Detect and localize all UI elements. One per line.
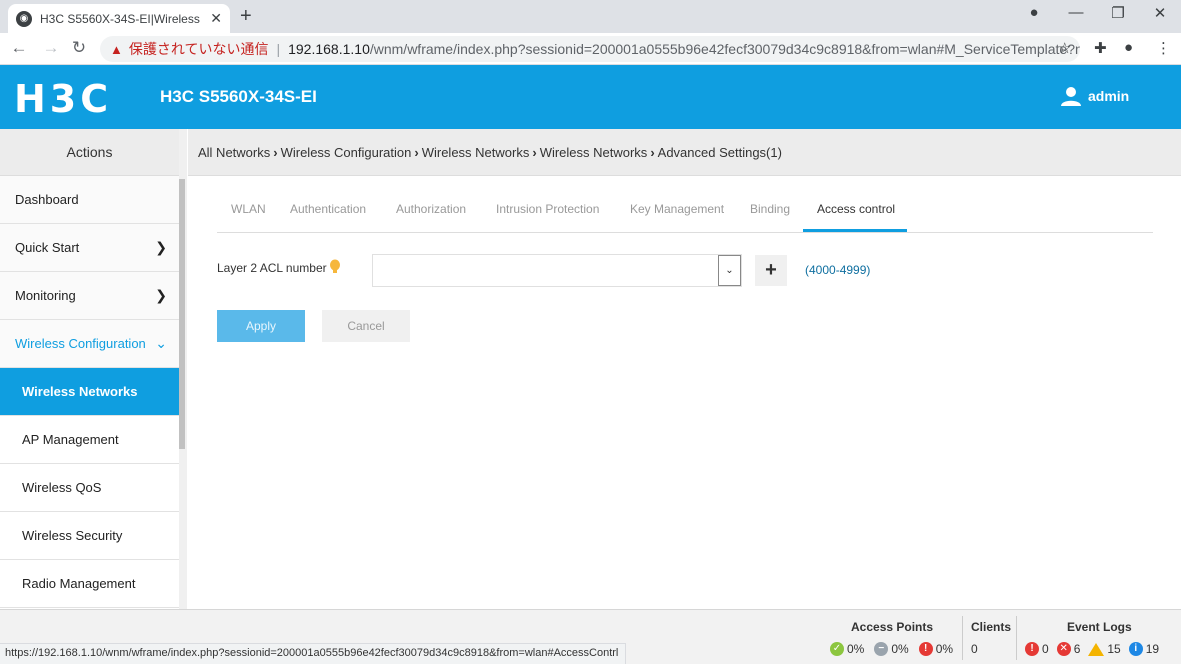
chevron-down-icon: ⌄: [155, 335, 167, 351]
browser-tab[interactable]: ◉ H3C S5560X-34S-EI|Wireless Con ✕: [8, 4, 230, 33]
chevron-right-icon: ❯: [155, 239, 167, 255]
breadcrumb-item[interactable]: Wireless Networks: [422, 145, 530, 160]
event-logs-title: Event Logs: [1067, 620, 1132, 634]
device-model: H3C S5560X-34S-EI: [160, 87, 317, 106]
close-window-button[interactable]: ✕: [1148, 4, 1172, 22]
clients-title: Clients: [971, 620, 1012, 634]
close-tab-icon[interactable]: ✕: [210, 10, 222, 27]
acl-number-select[interactable]: ⌄: [372, 254, 742, 287]
user-menu[interactable]: admin: [1060, 85, 1129, 107]
lightbulb-icon[interactable]: [329, 259, 341, 275]
url-host: 192.168.1.10: [288, 41, 370, 57]
tab-access-control[interactable]: Access control: [817, 202, 895, 216]
breadcrumb-item[interactable]: Wireless Configuration: [281, 145, 412, 160]
active-tab-indicator: [803, 229, 907, 232]
error-icon: ✕: [1056, 642, 1071, 656]
access-points-stats[interactable]: ✓ 0% −0% ! 0%: [830, 642, 953, 656]
breadcrumb-item[interactable]: Wireless Networks: [540, 145, 648, 160]
minimize-button[interactable]: —: [1064, 4, 1088, 21]
critical-icon: !: [1025, 642, 1039, 656]
restore-button[interactable]: ❐: [1106, 4, 1130, 22]
url-path: /wnm/wframe/index.php?sessionid=200001a0…: [369, 41, 1080, 57]
profile-menu-icon[interactable]: ●: [1022, 4, 1046, 21]
info-icon: i: [1128, 642, 1143, 656]
sidebar-title: Actions: [0, 129, 179, 176]
browser-menu-icon[interactable]: ⋮: [1156, 39, 1171, 57]
chevron-right-icon: ›: [532, 144, 537, 160]
alert-icon: !: [918, 642, 933, 656]
tab-title: H3C S5560X-34S-EI|Wireless Con: [40, 11, 200, 26]
tab-authorization[interactable]: Authorization: [396, 202, 466, 216]
chevron-right-icon: ›: [273, 144, 278, 160]
sidebar-scrollbar[interactable]: [179, 129, 187, 609]
username: admin: [1088, 88, 1130, 104]
warning-icon: ▲: [110, 41, 123, 57]
chevron-right-icon: ›: [414, 144, 419, 160]
minus-icon: −: [874, 642, 889, 656]
tab-intrusion-protection[interactable]: Intrusion Protection: [496, 202, 599, 216]
sidebar-item-monitoring[interactable]: Monitoring ❯: [0, 272, 179, 320]
chevron-down-icon[interactable]: ⌄: [718, 255, 741, 286]
tab-authentication[interactable]: Authentication: [290, 202, 366, 216]
user-icon: [1061, 87, 1081, 106]
add-acl-button[interactable]: +: [755, 255, 787, 286]
acl-label: Layer 2 ACL number: [217, 261, 327, 275]
cancel-button[interactable]: Cancel: [322, 310, 410, 342]
tab-key-management[interactable]: Key Management: [630, 202, 724, 216]
sidebar-item-wireless-configuration[interactable]: Wireless Configuration ⌄: [0, 320, 179, 368]
sidebar-item-ap-management[interactable]: AP Management: [0, 416, 179, 464]
clients-count[interactable]: 0: [971, 642, 978, 656]
browser-tabbar: ◉ H3C S5560X-34S-EI|Wireless Con ✕ + ● —…: [0, 0, 1181, 33]
chevron-right-icon: ❯: [155, 287, 167, 303]
sidebar-item-radio-management[interactable]: Radio Management: [0, 560, 179, 608]
breadcrumb-item[interactable]: All Networks: [198, 145, 270, 160]
breadcrumb-item: Advanced Settings(1): [657, 144, 782, 160]
breadcrumb: All Networks › Wireless Configuration › Wi…: [188, 129, 1181, 176]
app-header: H3C H3C S5560X-34S-EI admin: [0, 65, 1181, 129]
check-icon: ✓: [830, 642, 844, 656]
access-points-title: Access Points: [851, 620, 934, 634]
plus-icon: +: [765, 259, 777, 281]
apply-button[interactable]: Apply: [217, 310, 305, 342]
event-logs-stats[interactable]: ! 0 ✕ 6 15 i 19: [1025, 642, 1159, 656]
sidebar-item-wireless-networks[interactable]: Wireless Networks: [0, 368, 179, 416]
status-url-tooltip: https://192.168.1.10/wnm/wframe/index.ph…: [0, 643, 626, 664]
tab-binding[interactable]: Binding: [750, 202, 790, 216]
sidebar-item-wireless-qos[interactable]: Wireless QoS: [0, 464, 179, 512]
new-tab-button[interactable]: +: [240, 5, 252, 28]
acl-range-hint: (4000-4999): [805, 263, 871, 277]
account-icon[interactable]: ●: [1124, 39, 1133, 56]
reload-button[interactable]: ↻: [68, 38, 90, 58]
globe-icon: ◉: [16, 10, 32, 27]
sidebar-item-quick-start[interactable]: Quick Start ❯: [0, 224, 179, 272]
address-bar: ← → ↻ ▲ 保護されていない通信 | 192.168.1.10/wnm/wf…: [0, 33, 1181, 65]
chevron-right-icon: ›: [650, 144, 655, 160]
back-button[interactable]: ←: [8, 38, 30, 58]
extensions-icon[interactable]: ✚: [1094, 39, 1107, 57]
scrollbar-thumb[interactable]: [179, 179, 185, 449]
settings-tabs: WLAN Authentication Authorization Intrus…: [217, 190, 1153, 233]
star-icon[interactable]: ☆: [1058, 39, 1071, 57]
security-warning: 保護されていない通信: [128, 41, 269, 57]
url-field[interactable]: ▲ 保護されていない通信 | 192.168.1.10/wnm/wframe/i…: [100, 36, 1080, 62]
sidebar: Actions Dashboard Quick Start ❯ Monitorin…: [0, 129, 180, 609]
sidebar-item-wireless-security[interactable]: Wireless Security: [0, 512, 179, 560]
tab-wlan[interactable]: WLAN: [231, 202, 266, 216]
forward-button[interactable]: →: [40, 38, 62, 58]
sidebar-item-dashboard[interactable]: Dashboard: [0, 176, 179, 224]
h3c-logo: H3C: [14, 77, 113, 121]
warning-icon: [1088, 642, 1105, 656]
